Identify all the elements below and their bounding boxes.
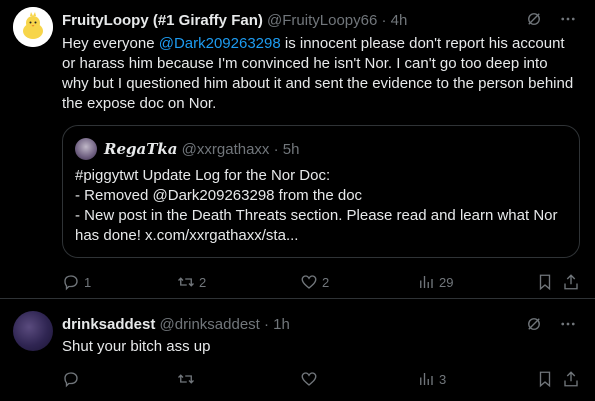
reply-icon [64, 372, 78, 388]
tweet-top-actions [525, 10, 577, 28]
heart-icon [301, 372, 317, 386]
repost-button[interactable]: 2 [177, 272, 206, 292]
reply-button[interactable]: 1 [62, 272, 91, 292]
repost-count: 2 [199, 274, 207, 290]
share-button[interactable] [562, 369, 580, 389]
reply-button[interactable] [62, 369, 84, 389]
grok-icon[interactable] [525, 10, 543, 28]
share-icon [564, 371, 578, 387]
quote-timestamp: 5h [282, 141, 300, 158]
quote-display-name: RegaTka [104, 140, 178, 158]
display-name[interactable]: drinksaddest [62, 316, 155, 333]
views-icon [420, 373, 433, 385]
reply-count: 1 [84, 274, 92, 290]
views-icon [420, 276, 433, 288]
quote-line: #piggytwt Update Log for the Nor Doc: [75, 167, 331, 184]
quote-header: RegaTka @xxrgathaxx · 5h [104, 140, 299, 158]
grok-icon[interactable] [525, 315, 543, 333]
quote-line: - Removed @Dark209263298 from the doc [75, 187, 363, 204]
quote-text: #piggytwt Update Log for the Nor Doc: - … [75, 166, 570, 246]
tweet-actions: 1 2 2 29 [62, 272, 580, 292]
tweet-text: Shut your bitch ass up [62, 338, 211, 355]
heart-icon [301, 275, 317, 289]
timestamp[interactable]: 1h [273, 316, 290, 333]
display-name[interactable]: FruityLoopy (#1 Giraffy Fan) [62, 12, 263, 29]
views-button[interactable]: 3 [417, 369, 446, 389]
tweet-text: Hey everyone @Dark209263298 is innocent … [62, 34, 577, 114]
separator: · [264, 316, 269, 333]
quote-avatar[interactable] [75, 138, 97, 160]
tweet-header: drinksaddest @drinksaddest · 1h [62, 316, 290, 333]
quoted-tweet[interactable]: RegaTka @xxrgathaxx · 5h #piggytwt Updat… [62, 125, 580, 258]
tweet-header: FruityLoopy (#1 Giraffy Fan) @FruityLoop… [62, 12, 407, 29]
views-button[interactable]: 29 [417, 272, 453, 292]
view-count: 29 [439, 274, 454, 290]
quote-handle: @xxrgathaxx [181, 141, 270, 158]
tweet-top-actions [525, 315, 577, 333]
tweet[interactable]: FruityLoopy (#1 Giraffy Fan) @FruityLoop… [0, 0, 595, 299]
user-handle[interactable]: @FruityLoopy66 [267, 12, 377, 29]
share-button[interactable] [562, 272, 580, 292]
quote-line: - New post in the Death Threats section.… [75, 207, 558, 244]
share-icon [564, 274, 578, 290]
chick-avatar-icon [13, 7, 53, 47]
bookmark-icon [539, 274, 551, 291]
tweet-text-part: Hey everyone [62, 35, 159, 52]
like-button[interactable] [300, 369, 322, 389]
timestamp[interactable]: 4h [391, 12, 408, 29]
bookmark-icon [539, 371, 551, 388]
user-handle[interactable]: @drinksaddest [160, 316, 260, 333]
repost-icon [178, 374, 194, 384]
reply-icon [64, 275, 78, 291]
separator: · [381, 12, 387, 29]
repost-button[interactable] [177, 369, 199, 389]
tweet-actions: 3 [62, 369, 580, 389]
avatar[interactable] [13, 311, 53, 351]
more-icon[interactable] [559, 10, 577, 28]
avatar[interactable] [13, 7, 53, 47]
view-count: 3 [439, 371, 447, 387]
like-button[interactable]: 2 [300, 272, 329, 292]
bookmark-button[interactable] [536, 369, 554, 389]
bookmark-button[interactable] [536, 272, 554, 292]
separator: · [273, 141, 279, 158]
like-count: 2 [322, 274, 330, 290]
mention-link[interactable]: @Dark209263298 [159, 35, 281, 52]
more-icon[interactable] [559, 315, 577, 333]
repost-icon [178, 277, 194, 287]
